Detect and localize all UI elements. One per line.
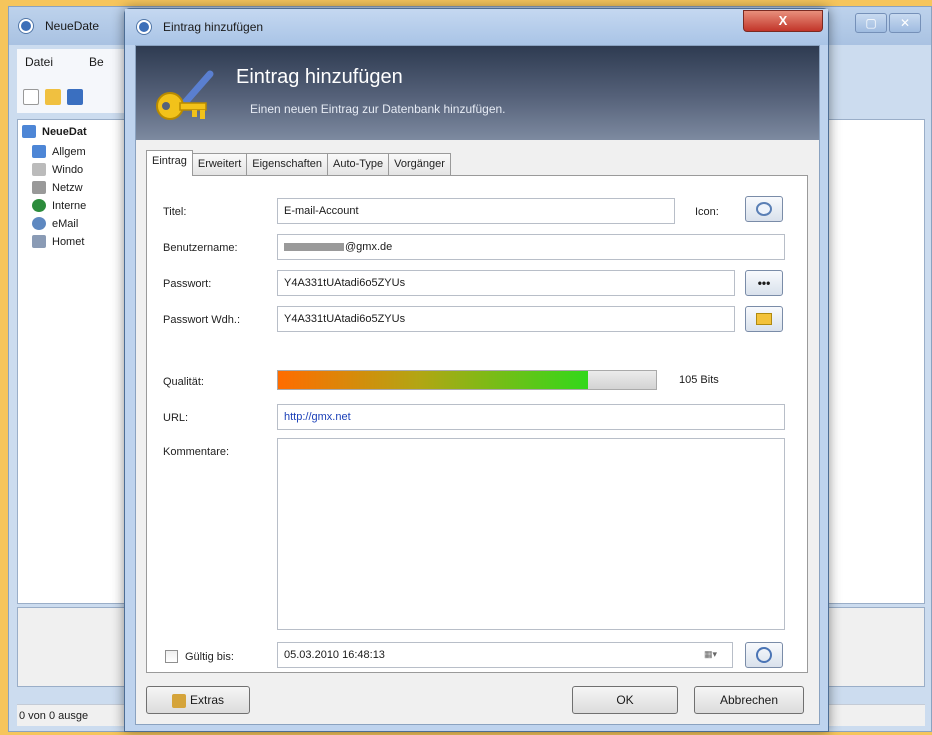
password-generator-button[interactable] <box>745 306 783 332</box>
tree-item[interactable]: eMail <box>32 216 78 232</box>
password-field[interactable]: Y4A331tUAtadi6o5ZYUs <box>277 270 735 296</box>
repeat-password-field[interactable]: Y4A331tUAtadi6o5ZYUs <box>277 306 735 332</box>
quality-bar-fill <box>278 371 588 389</box>
calendar-dropdown-icon[interactable]: ▦▾ <box>704 649 724 661</box>
tree-item[interactable]: Allgem <box>32 144 86 160</box>
homebanking-icon <box>32 235 46 248</box>
title-field[interactable]: E-mail-Account <box>277 198 675 224</box>
username-label: Benutzername: <box>163 242 238 254</box>
menu-datei[interactable]: Datei <box>25 55 53 69</box>
clock-icon <box>756 647 772 663</box>
add-entry-dialog: Eintrag hinzufügen X Eintrag hinzufügen … <box>124 8 829 732</box>
windows-icon <box>32 163 46 176</box>
icon-picker-button[interactable] <box>745 196 783 222</box>
generator-folder-icon <box>756 313 772 325</box>
tree-item[interactable]: Interne <box>32 198 86 214</box>
icon-label: Icon: <box>695 206 719 218</box>
username-field[interactable]: @gmx.de <box>277 234 785 260</box>
maximize-button[interactable]: ▢ <box>855 13 887 33</box>
url-field[interactable]: http://gmx.net <box>277 404 785 430</box>
ok-button[interactable]: OK <box>572 686 678 714</box>
cancel-button[interactable]: Abbrechen <box>694 686 804 714</box>
dialog-banner: Eintrag hinzufügen Einen neuen Eintrag z… <box>136 46 819 140</box>
tree-item[interactable]: Homet <box>32 234 84 250</box>
dialog-title: Eintrag hinzufügen <box>163 20 264 34</box>
dialog-body: Eintrag hinzufügen Einen neuen Eintrag z… <box>135 45 820 725</box>
folder-icon <box>22 125 36 138</box>
extras-button[interactable]: Extras <box>146 686 250 714</box>
comment-label: Kommentare: <box>163 446 230 458</box>
keepass-lock-icon <box>137 20 151 34</box>
extras-label: Extras <box>189 693 224 707</box>
quality-label: Qualität: <box>163 376 204 388</box>
expires-checkbox[interactable] <box>165 650 178 663</box>
menu-bearbeiten[interactable]: Be <box>89 55 104 69</box>
key-pencil-icon <box>156 70 214 120</box>
entry-list[interactable] <box>827 119 925 604</box>
open-folder-icon[interactable] <box>45 89 61 105</box>
keepass-lock-icon <box>19 19 33 33</box>
tab-vorgaenger[interactable]: Vorgänger <box>388 153 451 175</box>
group-tree: NeueDat Allgem Windo Netzw Interne eMail… <box>17 119 135 604</box>
tab-eigenschaften[interactable]: Eigenschaften <box>246 153 328 175</box>
expires-date-field[interactable]: 05.03.2010 16:48:13 ▦▾ <box>277 642 733 668</box>
tree-item[interactable]: Netzw <box>32 180 83 196</box>
dialog-titlebar[interactable]: Eintrag hinzufügen X <box>125 9 828 45</box>
expires-date-value: 05.03.2010 16:48:13 <box>284 649 385 661</box>
tree-item-label: Allgem <box>52 146 86 158</box>
tab-auto-type[interactable]: Auto-Type <box>326 153 390 175</box>
tree-root-label: NeueDat <box>42 126 87 138</box>
email-icon <box>32 217 46 230</box>
banner-title: Eintrag hinzufügen <box>236 66 403 88</box>
quality-bits: 105 Bits <box>679 374 719 386</box>
tree-item-label: Netzw <box>52 182 83 194</box>
expires-label: Gültig bis: <box>185 651 234 663</box>
main-close-button[interactable]: ✕ <box>889 13 921 33</box>
tab-panel-eintrag: Titel: E-mail-Account Icon: Benutzername… <box>146 175 808 673</box>
main-window-controls: ▢ ✕ <box>855 13 921 33</box>
tree-item-label: Windo <box>52 164 84 176</box>
main-toolbar <box>17 73 137 113</box>
folder-icon <box>32 145 46 158</box>
status-text: 0 von 0 ausge <box>19 710 89 722</box>
url-label: URL: <box>163 412 189 424</box>
tree-item-label: Homet <box>52 236 85 248</box>
title-label: Titel: <box>163 206 187 218</box>
tab-eintrag[interactable]: Eintrag <box>146 150 193 176</box>
tools-icon <box>171 693 186 708</box>
banner-subtitle: Einen neuen Eintrag zur Datenbank hinzuf… <box>250 102 506 116</box>
new-file-icon[interactable] <box>23 89 39 105</box>
username-value: @gmx.de <box>345 241 393 253</box>
tab-bar: Eintrag Erweitert Eigenschaften Auto-Typ… <box>146 150 451 176</box>
main-window-title: NeueDate <box>45 19 100 33</box>
save-icon[interactable] <box>67 89 83 105</box>
close-button[interactable]: X <box>743 10 823 32</box>
main-menubar: Datei Be <box>17 49 137 73</box>
tree-item-label: eMail <box>52 218 79 230</box>
tab-erweitert[interactable]: Erweitert <box>191 153 248 175</box>
comment-field[interactable] <box>277 438 785 630</box>
expires-preset-button[interactable] <box>745 642 783 668</box>
show-password-button[interactable]: ••• <box>745 270 783 296</box>
tree-root[interactable]: NeueDat <box>22 124 87 140</box>
email-entry-icon <box>756 202 772 216</box>
quality-bar <box>277 370 657 390</box>
tree-item-label: Interne <box>52 200 87 212</box>
password-label: Passwort: <box>163 278 212 290</box>
redacted-username <box>284 243 344 252</box>
repeat-password-label: Passwort Wdh.: <box>163 314 241 326</box>
globe-icon <box>32 199 46 212</box>
network-icon <box>32 181 46 194</box>
tree-item[interactable]: Windo <box>32 162 83 178</box>
